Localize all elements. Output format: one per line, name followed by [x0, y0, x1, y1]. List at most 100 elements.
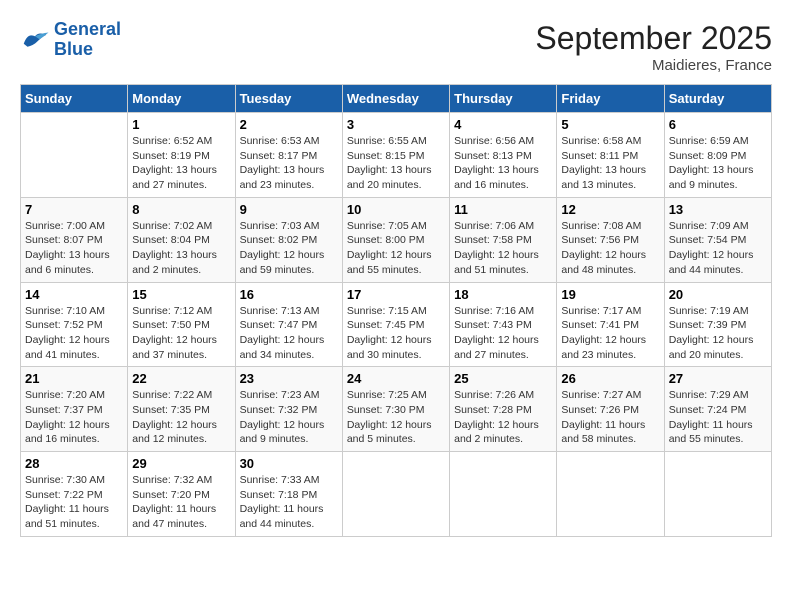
logo-blue: Blue: [54, 39, 93, 59]
day-number: 20: [669, 287, 767, 302]
calendar-day-cell: 12Sunrise: 7:08 AM Sunset: 7:56 PM Dayli…: [557, 197, 664, 282]
day-info: Sunrise: 7:26 AM Sunset: 7:28 PM Dayligh…: [454, 388, 552, 447]
day-number: 13: [669, 202, 767, 217]
day-number: 19: [561, 287, 659, 302]
day-info: Sunrise: 7:13 AM Sunset: 7:47 PM Dayligh…: [240, 304, 338, 363]
day-info: Sunrise: 7:19 AM Sunset: 7:39 PM Dayligh…: [669, 304, 767, 363]
day-info: Sunrise: 7:30 AM Sunset: 7:22 PM Dayligh…: [25, 473, 123, 532]
col-header-saturday: Saturday: [664, 85, 771, 113]
calendar-day-cell: 29Sunrise: 7:32 AM Sunset: 7:20 PM Dayli…: [128, 452, 235, 537]
calendar-day-cell: 24 Sunrise: 7:25 AM Sunset: 7:30 PM Dayli…: [342, 367, 449, 452]
day-number: 27: [669, 371, 767, 386]
page-header: General Blue September 2025 Maidieres, F…: [20, 20, 772, 74]
day-number: 23: [240, 371, 338, 386]
calendar-day-cell: 21 Sunrise: 7:20 AM Sunset: 7:37 PM Dayli…: [21, 367, 128, 452]
day-info: Sunrise: 6:56 AM Sunset: 8:13 PM Dayligh…: [454, 134, 552, 193]
day-info: Sunrise: 7:27 AM Sunset: 7:26 PM Dayligh…: [561, 388, 659, 447]
calendar-day-cell: [21, 113, 128, 198]
col-header-sunday: Sunday: [21, 85, 128, 113]
col-header-wednesday: Wednesday: [342, 85, 449, 113]
day-number: 14: [25, 287, 123, 302]
day-number: 21: [25, 371, 123, 386]
calendar-day-cell: 10 Sunrise: 7:05 AM Sunset: 8:00 PM Dayli…: [342, 197, 449, 282]
day-number: 30: [240, 456, 338, 471]
calendar-day-cell: 19 Sunrise: 7:17 AM Sunset: 7:41 PM Dayli…: [557, 282, 664, 367]
day-number: 22: [132, 371, 230, 386]
calendar-day-cell: 3Sunrise: 6:55 AM Sunset: 8:15 PM Daylig…: [342, 113, 449, 198]
calendar-day-cell: [664, 452, 771, 537]
day-info: Sunrise: 7:25 AM Sunset: 7:30 PM Dayligh…: [347, 388, 445, 447]
calendar-day-cell: 14 Sunrise: 7:10 AM Sunset: 7:52 PM Dayli…: [21, 282, 128, 367]
day-number: 12: [561, 202, 659, 217]
calendar-table: SundayMondayTuesdayWednesdayThursdayFrid…: [20, 84, 772, 537]
calendar-day-cell: 4Sunrise: 6:56 AM Sunset: 8:13 PM Daylig…: [450, 113, 557, 198]
day-info: Sunrise: 6:58 AM Sunset: 8:11 PM Dayligh…: [561, 134, 659, 193]
calendar-week-row: 21 Sunrise: 7:20 AM Sunset: 7:37 PM Dayli…: [21, 367, 772, 452]
calendar-day-cell: 25 Sunrise: 7:26 AM Sunset: 7:28 PM Dayli…: [450, 367, 557, 452]
month-title: September 2025: [535, 20, 772, 57]
day-number: 29: [132, 456, 230, 471]
calendar-day-cell: 18 Sunrise: 7:16 AM Sunset: 7:43 PM Dayli…: [450, 282, 557, 367]
day-info: Sunrise: 7:00 AM Sunset: 8:07 PM Dayligh…: [25, 219, 123, 278]
day-number: 1: [132, 117, 230, 132]
calendar-day-cell: 28 Sunrise: 7:30 AM Sunset: 7:22 PM Dayli…: [21, 452, 128, 537]
day-number: 18: [454, 287, 552, 302]
day-number: 26: [561, 371, 659, 386]
day-info: Sunrise: 7:17 AM Sunset: 7:41 PM Dayligh…: [561, 304, 659, 363]
location: Maidieres, France: [535, 57, 772, 74]
day-info: Sunrise: 6:59 AM Sunset: 8:09 PM Dayligh…: [669, 134, 767, 193]
day-info: Sunrise: 7:16 AM Sunset: 7:43 PM Dayligh…: [454, 304, 552, 363]
calendar-day-cell: 6 Sunrise: 6:59 AM Sunset: 8:09 PM Daylig…: [664, 113, 771, 198]
day-info: Sunrise: 7:23 AM Sunset: 7:32 PM Dayligh…: [240, 388, 338, 447]
day-info: Sunrise: 7:06 AM Sunset: 7:58 PM Dayligh…: [454, 219, 552, 278]
calendar-day-cell: 16 Sunrise: 7:13 AM Sunset: 7:47 PM Dayli…: [235, 282, 342, 367]
calendar-day-cell: 20 Sunrise: 7:19 AM Sunset: 7:39 PM Dayli…: [664, 282, 771, 367]
day-number: 7: [25, 202, 123, 217]
day-number: 24: [347, 371, 445, 386]
day-info: Sunrise: 6:53 AM Sunset: 8:17 PM Dayligh…: [240, 134, 338, 193]
day-number: 6: [669, 117, 767, 132]
calendar-week-row: 14 Sunrise: 7:10 AM Sunset: 7:52 PM Dayli…: [21, 282, 772, 367]
day-info: Sunrise: 6:52 AM Sunset: 8:19 PM Dayligh…: [132, 134, 230, 193]
calendar-day-cell: 11 Sunrise: 7:06 AM Sunset: 7:58 PM Dayli…: [450, 197, 557, 282]
calendar-header-row: SundayMondayTuesdayWednesdayThursdayFrid…: [21, 85, 772, 113]
day-number: 5: [561, 117, 659, 132]
day-info: Sunrise: 7:05 AM Sunset: 8:00 PM Dayligh…: [347, 219, 445, 278]
day-number: 28: [25, 456, 123, 471]
logo-general: General: [54, 19, 121, 39]
day-info: Sunrise: 7:20 AM Sunset: 7:37 PM Dayligh…: [25, 388, 123, 447]
day-info: Sunrise: 7:10 AM Sunset: 7:52 PM Dayligh…: [25, 304, 123, 363]
calendar-day-cell: 7 Sunrise: 7:00 AM Sunset: 8:07 PM Daylig…: [21, 197, 128, 282]
calendar-day-cell: 23 Sunrise: 7:23 AM Sunset: 7:32 PM Dayli…: [235, 367, 342, 452]
day-info: Sunrise: 7:33 AM Sunset: 7:18 PM Dayligh…: [240, 473, 338, 532]
day-number: 9: [240, 202, 338, 217]
day-info: Sunrise: 7:29 AM Sunset: 7:24 PM Dayligh…: [669, 388, 767, 447]
day-number: 8: [132, 202, 230, 217]
col-header-tuesday: Tuesday: [235, 85, 342, 113]
day-info: Sunrise: 6:55 AM Sunset: 8:15 PM Dayligh…: [347, 134, 445, 193]
calendar-day-cell: 9 Sunrise: 7:03 AM Sunset: 8:02 PM Daylig…: [235, 197, 342, 282]
calendar-day-cell: 13Sunrise: 7:09 AM Sunset: 7:54 PM Dayli…: [664, 197, 771, 282]
col-header-monday: Monday: [128, 85, 235, 113]
day-number: 11: [454, 202, 552, 217]
day-number: 15: [132, 287, 230, 302]
calendar-day-cell: 8 Sunrise: 7:02 AM Sunset: 8:04 PM Daylig…: [128, 197, 235, 282]
day-info: Sunrise: 7:02 AM Sunset: 8:04 PM Dayligh…: [132, 219, 230, 278]
calendar-week-row: 1 Sunrise: 6:52 AM Sunset: 8:19 PM Daylig…: [21, 113, 772, 198]
calendar-day-cell: 26 Sunrise: 7:27 AM Sunset: 7:26 PM Dayli…: [557, 367, 664, 452]
calendar-week-row: 28 Sunrise: 7:30 AM Sunset: 7:22 PM Dayli…: [21, 452, 772, 537]
day-info: Sunrise: 7:12 AM Sunset: 7:50 PM Dayligh…: [132, 304, 230, 363]
calendar-day-cell: 30 Sunrise: 7:33 AM Sunset: 7:18 PM Dayli…: [235, 452, 342, 537]
col-header-thursday: Thursday: [450, 85, 557, 113]
day-number: 25: [454, 371, 552, 386]
calendar-day-cell: [450, 452, 557, 537]
calendar-day-cell: 1 Sunrise: 6:52 AM Sunset: 8:19 PM Daylig…: [128, 113, 235, 198]
day-number: 17: [347, 287, 445, 302]
calendar-day-cell: [557, 452, 664, 537]
day-number: 10: [347, 202, 445, 217]
calendar-week-row: 7 Sunrise: 7:00 AM Sunset: 8:07 PM Daylig…: [21, 197, 772, 282]
calendar-day-cell: 2Sunrise: 6:53 AM Sunset: 8:17 PM Daylig…: [235, 113, 342, 198]
calendar-day-cell: 15 Sunrise: 7:12 AM Sunset: 7:50 PM Dayli…: [128, 282, 235, 367]
day-number: 16: [240, 287, 338, 302]
day-info: Sunrise: 7:03 AM Sunset: 8:02 PM Dayligh…: [240, 219, 338, 278]
